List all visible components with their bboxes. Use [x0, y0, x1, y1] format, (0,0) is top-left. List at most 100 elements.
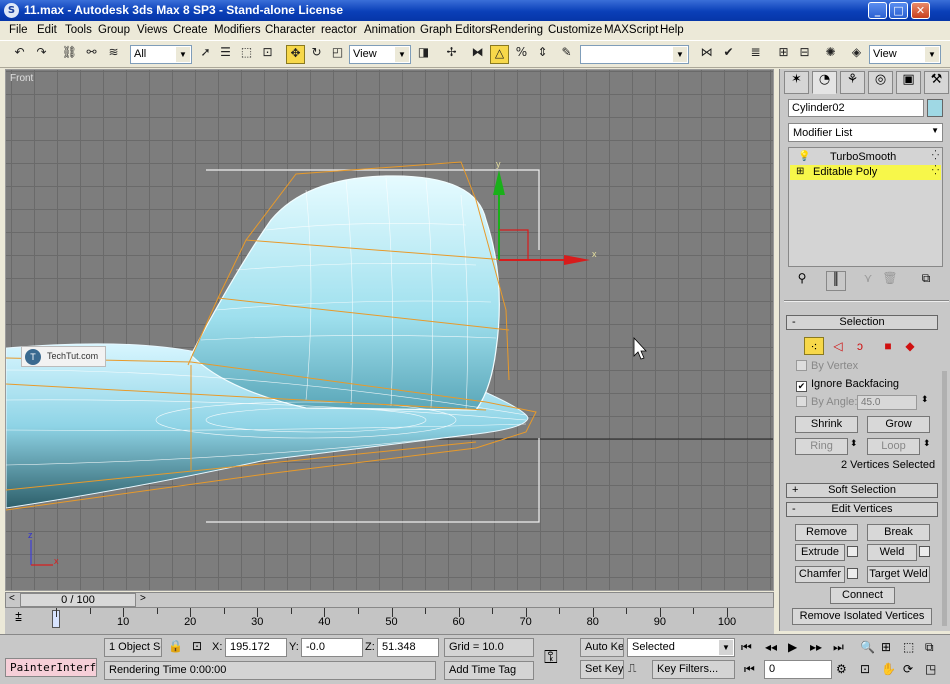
align-icon[interactable]: ✔ [719, 45, 738, 64]
play-icon[interactable]: ▶ [788, 640, 797, 654]
modifier-list-dropdown[interactable]: Modifier List ▼ [788, 123, 943, 142]
default-tangent-icon[interactable]: ⎍ [628, 661, 636, 676]
y-coordinate-field[interactable]: -0.0 [301, 638, 363, 657]
previous-frame-icon[interactable]: ◂◂ [765, 640, 777, 654]
schematic-view-icon[interactable]: ⊟ [795, 45, 814, 64]
utilities-tab-icon[interactable]: ⚒ [924, 71, 949, 94]
polygon-icon[interactable]: ■ [878, 337, 898, 355]
set-key-button[interactable]: Set Key [580, 660, 624, 679]
menu-customize[interactable]: Customize [548, 24, 602, 36]
x-coordinate-field[interactable]: 195.172 [225, 638, 287, 657]
expand-plus-icon[interactable]: ⊞ [796, 166, 804, 177]
percent-snap-icon[interactable]: % [512, 45, 531, 64]
by-vertex-checkbox[interactable]: By Vertex [796, 360, 858, 372]
menu-views[interactable]: Views [137, 24, 167, 36]
object-color-swatch[interactable] [927, 99, 943, 117]
select-and-rotate-icon[interactable]: ↻ [307, 45, 326, 64]
menu-tools[interactable]: Tools [65, 24, 92, 36]
zoom-all-icon[interactable]: ⊞ [881, 640, 891, 654]
maxscript-listener[interactable]: PainterInterf [5, 658, 97, 677]
menu-graph-editors[interactable]: Graph Editors [420, 24, 491, 36]
vertex-icon[interactable]: ⁖ [804, 337, 824, 355]
layer-manager-icon[interactable]: ≣ [746, 45, 765, 64]
key-filters-button[interactable]: Key Filters... [652, 660, 735, 679]
pan-view-icon[interactable]: ✋ [881, 662, 896, 676]
mirror-icon[interactable]: ⋈ [697, 45, 716, 64]
remove-button[interactable]: Remove [795, 524, 858, 541]
zoom-icon[interactable]: 🔍 [860, 640, 875, 654]
lightbulb-icon[interactable]: 💡 [798, 151, 810, 162]
menu-create[interactable]: Create [173, 24, 208, 36]
menu-character[interactable]: Character [265, 24, 316, 36]
zoom-extents-all-icon[interactable]: ⧉ [925, 640, 934, 655]
spinner-arrows-icon[interactable]: ⬍ [921, 394, 929, 405]
select-manipulate-icon[interactable]: ✢ [442, 45, 461, 64]
menu-file[interactable]: File [9, 24, 28, 36]
maximize-viewport-icon[interactable]: ◳ [925, 662, 936, 676]
hierarchy-tab-icon[interactable]: ⚘ [840, 71, 865, 94]
by-angle-checkbox[interactable]: By Angle: [796, 396, 857, 408]
z-coordinate-field[interactable]: 51.348 [377, 638, 439, 657]
pivot-center-icon[interactable]: ◨ [414, 45, 433, 64]
break-button[interactable]: Break [867, 524, 930, 541]
connect-button[interactable]: Connect [830, 587, 895, 604]
create-tab-icon[interactable]: ✶ [784, 71, 809, 94]
menu-animation[interactable]: Animation [364, 24, 415, 36]
menu-rendering[interactable]: Rendering [490, 24, 543, 36]
go-to-end-icon[interactable]: ⏭ [833, 640, 844, 655]
set-key-mode-icon[interactable]: ⚿ [544, 647, 558, 668]
undo-icon[interactable]: ↶ [10, 45, 29, 64]
configure-modifier-sets-icon[interactable]: ⧉ [916, 271, 936, 291]
edge-icon[interactable]: ◁ [828, 337, 848, 355]
key-mode-toggle-icon[interactable]: ⏮ [744, 662, 755, 677]
object-name-field[interactable]: Cylinder02 [788, 99, 924, 117]
select-object-icon[interactable]: ➚ [196, 45, 215, 64]
front-viewport[interactable]: y x z x Front T TechTut.com [5, 69, 774, 591]
pin-stack-icon[interactable]: ⚲ [792, 271, 812, 291]
time-slider-thumb[interactable]: 0 / 100 [20, 593, 136, 607]
selection-set-dropdown[interactable]: Selected ▼ [627, 638, 735, 657]
render-scene-icon[interactable]: ◈ [847, 45, 866, 64]
select-and-scale-icon[interactable]: ◰ [328, 45, 347, 64]
current-frame-field[interactable]: 0 [764, 660, 832, 679]
render-view-dropdown[interactable]: View ▼ [869, 45, 941, 64]
curve-editor-icon[interactable]: ⊞ [774, 45, 793, 64]
edit-vertices-rollout-header[interactable]: - Edit Vertices [786, 502, 938, 517]
menu-modifiers[interactable]: Modifiers [214, 24, 261, 36]
add-time-tag-button[interactable]: Add Time Tag [444, 661, 534, 680]
gizmo-y-arrow[interactable] [493, 170, 505, 195]
track-bar[interactable]: ⩲ 10 20 30 40 50 60 70 80 90 100 [5, 608, 774, 634]
menu-help[interactable]: Help [660, 24, 684, 36]
maximize-button[interactable]: □ [889, 2, 908, 19]
unlink-selection-icon[interactable]: ⚯ [82, 45, 101, 64]
menu-edit[interactable]: Edit [37, 24, 57, 36]
grow-button[interactable]: Grow [867, 416, 930, 433]
extrude-settings-icon[interactable] [847, 546, 858, 560]
zoom-extents-icon[interactable]: ⬚ [903, 640, 914, 654]
display-tab-icon[interactable]: ▣ [896, 71, 921, 94]
region-zoom-icon[interactable]: ⊡ [860, 662, 870, 676]
close-button[interactable]: ✕ [911, 2, 930, 19]
motion-tab-icon[interactable]: ◎ [868, 71, 893, 94]
chamfer-settings-icon[interactable] [847, 568, 858, 582]
menu-group[interactable]: Group [98, 24, 130, 36]
ignore-backfacing-checkbox[interactable]: ✔ Ignore Backfacing [796, 378, 899, 392]
auto-key-button[interactable]: Auto Key [580, 638, 624, 657]
extrude-button[interactable]: Extrude [795, 544, 845, 561]
time-slider-left-arrow[interactable]: < [9, 593, 15, 604]
menu-reactor[interactable]: reactor [321, 24, 357, 36]
shrink-button[interactable]: Shrink [795, 416, 858, 433]
next-frame-icon[interactable]: ▸▸ [810, 640, 822, 654]
remove-modifier-icon[interactable]: 🗑 [880, 271, 900, 291]
element-icon[interactable]: ◆ [900, 337, 920, 355]
chamfer-button[interactable]: Chamfer [795, 566, 845, 583]
arc-rotate-icon[interactable]: ⟳ [903, 662, 913, 676]
ring-button[interactable]: Ring [795, 438, 848, 455]
weld-settings-icon[interactable] [919, 546, 930, 560]
spinner-arrows-icon[interactable]: ⬍ [923, 438, 931, 449]
material-editor-icon[interactable]: ✺ [821, 45, 840, 64]
bind-to-space-warp-icon[interactable]: ≋ [104, 45, 123, 64]
angle-snap-icon[interactable]: △ [490, 45, 509, 64]
target-weld-button[interactable]: Target Weld [867, 566, 930, 583]
weld-button[interactable]: Weld [867, 544, 917, 561]
